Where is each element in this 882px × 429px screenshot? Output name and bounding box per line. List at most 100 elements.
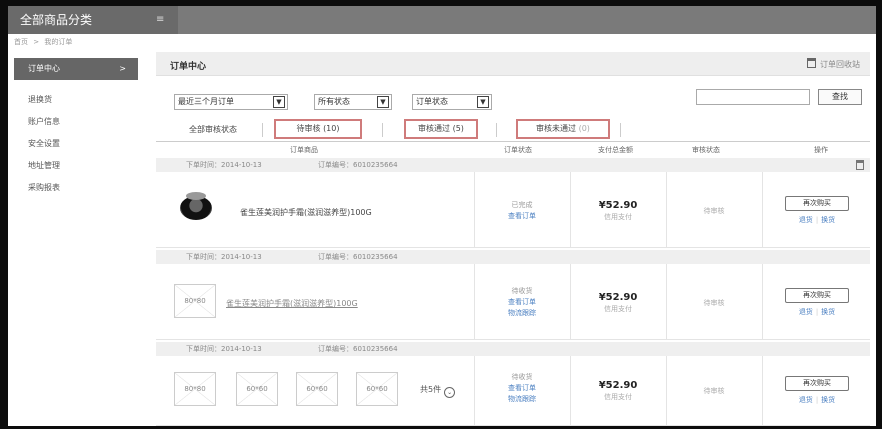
dropdown-arrow-icon: ▼ bbox=[377, 96, 389, 108]
product-jar-lid bbox=[186, 192, 206, 200]
order-no-label: 订单编号： bbox=[318, 253, 353, 261]
order-status: 待收货 查看订单 物流跟踪 bbox=[474, 286, 570, 319]
tab-all-audit[interactable]: 全部审核状态 bbox=[168, 118, 258, 142]
order-no: 6010235664 bbox=[353, 161, 398, 169]
all-categories-tab[interactable]: 全部商品分类 bbox=[8, 6, 178, 34]
return-link[interactable]: 退货 bbox=[799, 216, 813, 224]
tab-count: (5) bbox=[452, 124, 464, 133]
order-row: 雀生莲美润护手霜(滋润滋养型)100G 已完成 查看订单 ¥52.90 信用支付… bbox=[156, 172, 870, 248]
order-time-label: 下单时间： bbox=[186, 345, 221, 353]
payment-method: 信用支付 bbox=[604, 305, 632, 313]
tab-label: 审核通过 bbox=[418, 124, 451, 133]
sidebar-item-order-center[interactable]: 订单中心 > bbox=[14, 58, 138, 80]
status-select[interactable]: 所有状态 ▼ bbox=[314, 94, 392, 110]
rebuy-button[interactable]: 再次购买 bbox=[785, 376, 849, 391]
tab-divider bbox=[382, 123, 383, 137]
product-image-placeholder[interactable]: 60*60 bbox=[236, 372, 278, 406]
order-status: 待收货 查看订单 物流跟踪 bbox=[474, 372, 570, 405]
sidebar-item-account-info[interactable]: 账户信息 bbox=[28, 116, 60, 127]
placeholder-label: 60*60 bbox=[246, 385, 268, 393]
top-nav-bar: 全部商品分类 ≡ bbox=[8, 6, 876, 34]
breadcrumb-home[interactable]: 首页 bbox=[14, 38, 28, 46]
order-actions: 再次购买 退货 | 换货 bbox=[762, 196, 872, 225]
track-shipment-link[interactable]: 物流跟踪 bbox=[474, 308, 570, 319]
placeholder-label: 60*60 bbox=[306, 385, 328, 393]
order-time-label: 下单时间： bbox=[186, 253, 221, 261]
product-image[interactable] bbox=[176, 192, 218, 226]
search-input[interactable] bbox=[696, 89, 810, 105]
order-time: 2014-10-13 bbox=[221, 253, 262, 261]
return-link[interactable]: 退货 bbox=[799, 308, 813, 316]
product-name[interactable]: 雀生莲美润护手霜(滋润滋养型)100G bbox=[226, 298, 358, 309]
order-row: 80*80 雀生莲美润护手霜(滋润滋养型)100G 待收货 查看订单 物流跟踪 … bbox=[156, 264, 870, 340]
order-price: ¥52.90 bbox=[598, 380, 638, 391]
tab-divider bbox=[620, 123, 621, 137]
order-time-label: 下单时间： bbox=[186, 161, 221, 169]
audit-status: 待审核 bbox=[703, 207, 725, 215]
view-order-link[interactable]: 查看订单 bbox=[474, 297, 570, 308]
tab-audit-failed[interactable]: 审核未通过 (0) bbox=[516, 119, 610, 139]
time-range-select[interactable]: 最近三个月订单 ▼ bbox=[174, 94, 288, 110]
audit-status: 待审核 bbox=[703, 387, 725, 395]
tab-pending-audit[interactable]: 待审核 (10) bbox=[274, 119, 362, 139]
expand-chevron-icon: ⌄ bbox=[444, 387, 456, 398]
tab-divider bbox=[262, 123, 263, 137]
payment-method: 信用支付 bbox=[604, 393, 632, 401]
product-name[interactable]: 雀生莲美润护手霜(滋润滋养型)100G bbox=[240, 207, 372, 218]
order-status-value: 订单状态 bbox=[416, 97, 448, 106]
sidebar-item-purchase-report[interactable]: 采购报表 bbox=[28, 182, 60, 193]
more-items-toggle[interactable]: 共5件 ⌄ bbox=[420, 384, 456, 398]
product-image-placeholder[interactable]: 60*60 bbox=[296, 372, 338, 406]
return-link[interactable]: 退货 bbox=[799, 396, 813, 404]
link-separator: | bbox=[815, 396, 819, 404]
order-total: ¥52.90 信用支付 bbox=[570, 380, 666, 402]
order-status: 已完成 查看订单 bbox=[474, 200, 570, 222]
col-ops: 操作 bbox=[814, 146, 828, 154]
tab-audit-passed[interactable]: 审核通过 (5) bbox=[404, 119, 478, 139]
status-value: 所有状态 bbox=[318, 97, 350, 106]
sidebar-item-addresses[interactable]: 地址管理 bbox=[28, 160, 60, 171]
track-shipment-link[interactable]: 物流跟踪 bbox=[474, 394, 570, 405]
delete-order-icon[interactable] bbox=[856, 160, 864, 170]
order-price: ¥52.90 bbox=[598, 292, 638, 303]
order-row: 80*80 60*60 60*60 60*60 共5件 ⌄ 待收货 查看订单 物流… bbox=[156, 356, 870, 426]
order-status-text: 待收货 bbox=[511, 287, 533, 295]
tab-label: 审核未通过 bbox=[536, 124, 577, 133]
product-image-placeholder[interactable]: 80*80 bbox=[174, 372, 216, 406]
order-total: ¥52.90 信用支付 bbox=[570, 200, 666, 222]
table-header: 订单商品 订单状态 支付总金额 审核状态 操作 bbox=[156, 143, 870, 157]
view-order-link[interactable]: 查看订单 bbox=[474, 211, 570, 222]
sidebar-item-security[interactable]: 安全设置 bbox=[28, 138, 60, 149]
product-image-placeholder[interactable]: 60*60 bbox=[356, 372, 398, 406]
rebuy-button[interactable]: 再次购买 bbox=[785, 288, 849, 303]
placeholder-label: 80*80 bbox=[184, 385, 206, 393]
col-status: 订单状态 bbox=[504, 146, 532, 154]
order-actions: 再次购买 退货 | 换货 bbox=[762, 288, 872, 317]
view-order-link[interactable]: 查看订单 bbox=[474, 383, 570, 394]
search-button[interactable]: 查找 bbox=[818, 89, 862, 105]
order-status-select[interactable]: 订单状态 ▼ bbox=[412, 94, 492, 110]
order-no: 6010235664 bbox=[353, 253, 398, 261]
page-title: 订单中心 bbox=[170, 62, 207, 72]
link-separator: | bbox=[815, 216, 819, 224]
product-image-placeholder[interactable]: 80*80 bbox=[174, 284, 216, 318]
sidebar-item-returns[interactable]: 退换货 bbox=[28, 94, 52, 105]
order-recycle-bin-link[interactable]: 订单回收站 bbox=[807, 58, 860, 70]
breadcrumb: 首页 > 我的订单 bbox=[14, 37, 75, 47]
link-separator: | bbox=[815, 308, 819, 316]
rebuy-button[interactable]: 再次购买 bbox=[785, 196, 849, 211]
main-header: 订单中心 订单回收站 bbox=[156, 52, 870, 76]
exchange-link[interactable]: 换货 bbox=[821, 396, 835, 404]
order-actions: 再次购买 退货 | 换货 bbox=[762, 376, 872, 405]
exchange-link[interactable]: 换货 bbox=[821, 308, 835, 316]
col-total: 支付总金额 bbox=[598, 146, 633, 154]
order-time: 2014-10-13 bbox=[221, 345, 262, 353]
tab-count: (10) bbox=[323, 124, 340, 133]
menu-icon[interactable]: ≡ bbox=[156, 15, 168, 25]
order-no-label: 订单编号： bbox=[318, 161, 353, 169]
order-no-label: 订单编号： bbox=[318, 345, 353, 353]
breadcrumb-separator: > bbox=[33, 38, 40, 46]
exchange-link[interactable]: 换货 bbox=[821, 216, 835, 224]
order-no: 6010235664 bbox=[353, 345, 398, 353]
dropdown-arrow-icon: ▼ bbox=[273, 96, 285, 108]
